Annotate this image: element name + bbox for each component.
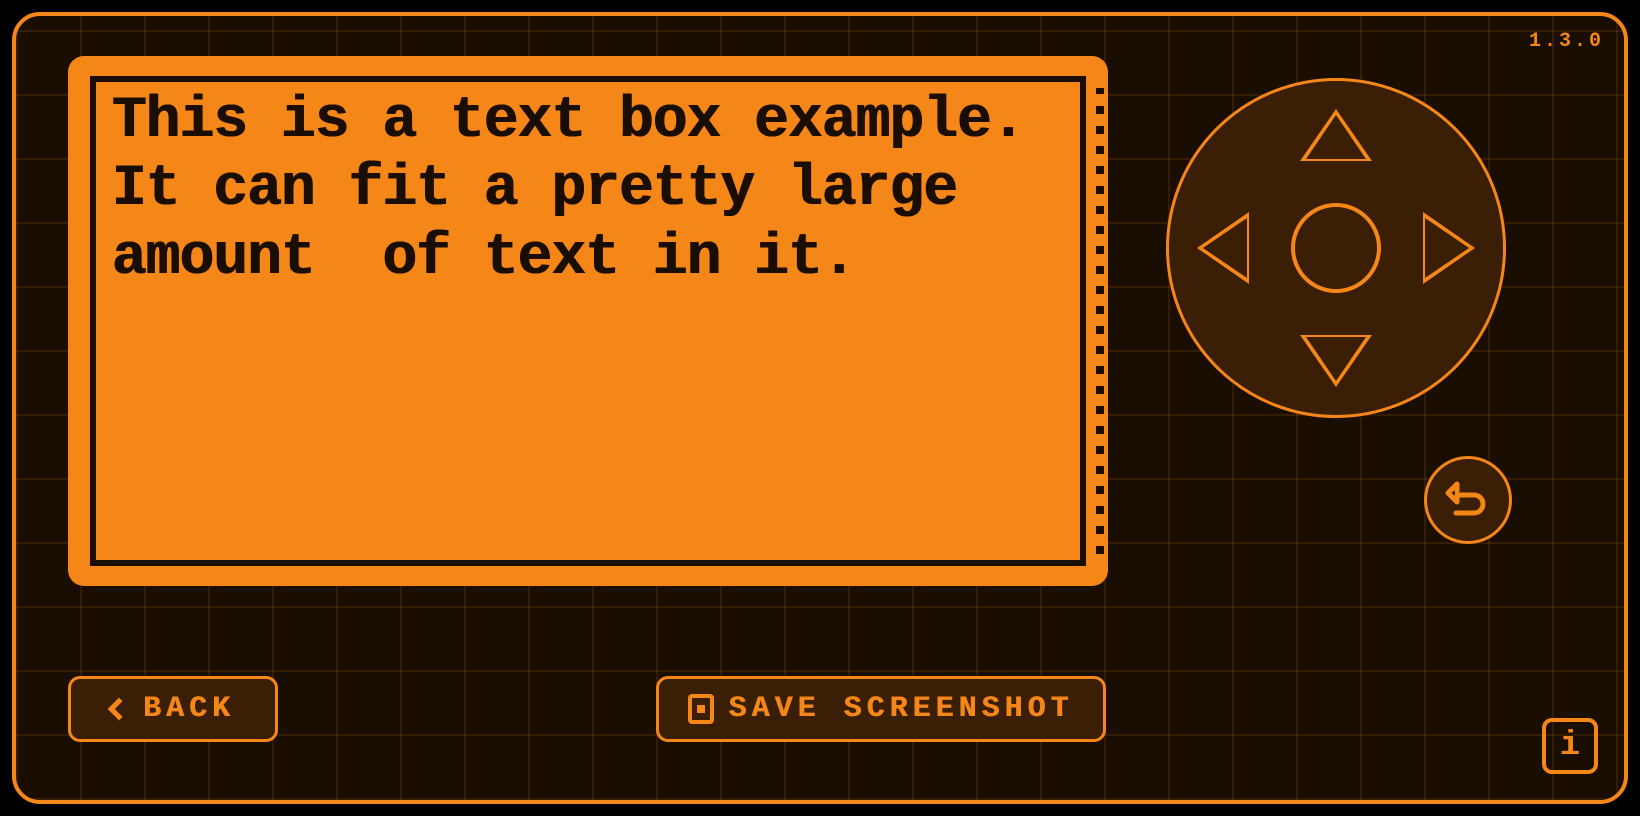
back-button[interactable]: BACK [68, 676, 278, 742]
back-button-label: BACK [143, 692, 235, 726]
dpad-left-icon[interactable] [1197, 212, 1249, 284]
app-frame: 1.3.0 This is a text box example. It can… [12, 12, 1628, 804]
dpad[interactable] [1166, 78, 1506, 418]
undo-icon [1442, 474, 1494, 526]
text-scrollbar[interactable] [1096, 88, 1104, 554]
save-button-label: SAVE SCREENSHOT [728, 692, 1073, 726]
info-icon: i [1560, 729, 1580, 763]
text-panel-border: This is a text box example. It can fit a… [90, 76, 1086, 566]
text-panel: This is a text box example. It can fit a… [68, 56, 1108, 586]
undo-button[interactable] [1424, 456, 1512, 544]
text-content: This is a text box example. It can fit a… [112, 88, 1060, 293]
save-screenshot-button[interactable]: SAVE SCREENSHOT [656, 676, 1106, 742]
chevron-left-icon [108, 698, 131, 721]
dpad-right-icon[interactable] [1423, 212, 1475, 284]
info-button[interactable]: i [1542, 718, 1598, 774]
version-label: 1.3.0 [1529, 30, 1604, 53]
dpad-up-icon[interactable] [1300, 109, 1372, 161]
save-icon [688, 694, 714, 724]
dpad-down-icon[interactable] [1300, 335, 1372, 387]
dpad-center-button[interactable] [1291, 203, 1381, 293]
